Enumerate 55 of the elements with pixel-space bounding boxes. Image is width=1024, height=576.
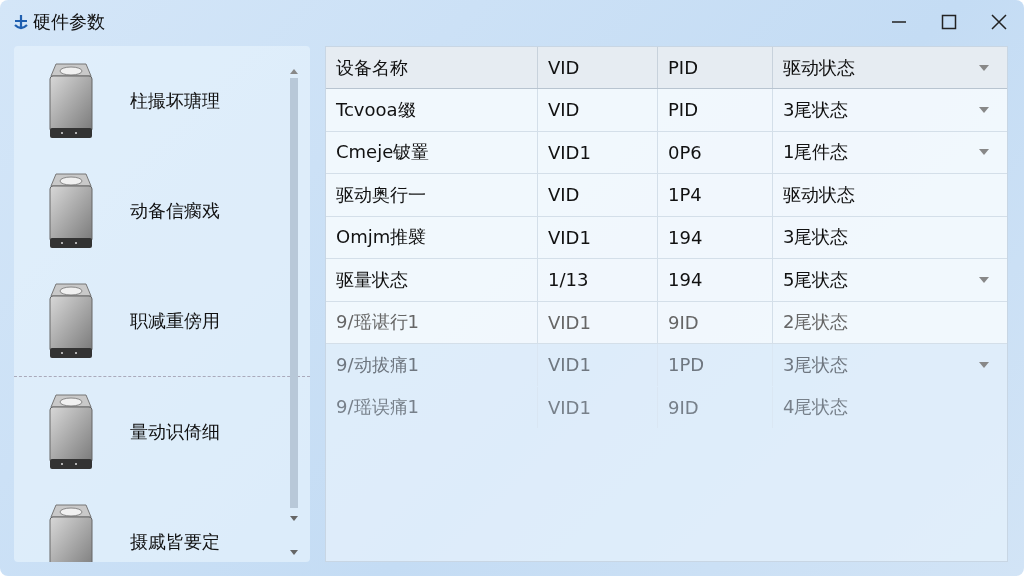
table-cell: 1P4 — [668, 184, 702, 206]
table-cell: 9ID — [668, 396, 699, 418]
table-cell: PID — [668, 99, 699, 121]
table-cell: 9/瑶误痛1 — [336, 395, 419, 420]
table-cell: VID1 — [548, 396, 591, 418]
sidebar-item[interactable]: 柱撮坏瑭理 — [130, 89, 220, 113]
table-cell: VID1 — [548, 226, 591, 248]
app-icon — [12, 13, 30, 31]
sidebar-item[interactable]: 职减重傍用 — [130, 309, 220, 333]
window-title: 硬件参数 — [33, 10, 106, 34]
table-cell: 2尾状态 — [783, 310, 849, 335]
table-cell: 驱动状态 — [783, 182, 855, 207]
table-cell: VID — [548, 184, 580, 206]
maximize-icon — [941, 14, 957, 30]
column-header[interactable]: PID — [658, 47, 773, 88]
sidebar-item[interactable]: 量动识倚细 — [130, 420, 220, 444]
table-cell: 9/瑶谌行1 — [336, 310, 419, 335]
table-cell: 驱量状态 — [336, 267, 408, 292]
table-cell: Tcvooa缀 — [336, 97, 416, 122]
table-cell: 3尾状态 — [783, 352, 849, 377]
dropdown-arrow-icon[interactable] — [979, 106, 989, 113]
table-cell: VID — [548, 99, 580, 121]
table-cell: 3尾状态 — [783, 225, 849, 250]
table-cell: VID1 — [548, 311, 591, 333]
table-cell: 4尾状态 — [783, 395, 849, 420]
sidebar-item[interactable]: 摄戚皆要定 — [130, 530, 220, 554]
column-header[interactable]: 驱动状态 — [773, 47, 1007, 88]
dropdown-arrow-icon[interactable] — [979, 149, 989, 156]
table-cell: 194 — [668, 269, 703, 291]
table-cell: Omjm推襞 — [336, 225, 427, 250]
table-cell: 0P6 — [668, 141, 702, 163]
minimize-icon — [891, 21, 907, 23]
table-cell: 3尾状态 — [783, 97, 849, 122]
dropdown-arrow-icon[interactable] — [979, 64, 989, 71]
table-cell: 9ID — [668, 311, 699, 333]
dropdown-arrow-icon[interactable] — [979, 361, 989, 368]
table-cell: 1/13 — [548, 269, 589, 291]
table-cell: 5尾状态 — [783, 267, 849, 292]
column-header[interactable]: 设备名称 — [326, 47, 538, 88]
table-cell: VID1 — [548, 354, 591, 376]
drive-icon — [48, 393, 94, 471]
close-icon — [991, 14, 1007, 30]
table-cell: Cmeje铍罿 — [336, 140, 430, 165]
dropdown-arrow-icon[interactable] — [979, 276, 989, 283]
drive-icon — [48, 172, 94, 250]
table-cell: VID1 — [548, 141, 591, 163]
drive-icon — [48, 282, 94, 360]
table-cell: 驱动奥行一 — [336, 182, 426, 207]
sidebar-item[interactable]: 动备信瘸戏 — [130, 199, 220, 223]
drive-icon — [48, 62, 94, 140]
table-cell: 9/动拔痛1 — [336, 352, 419, 377]
table-cell: 1尾件态 — [783, 140, 849, 165]
column-header[interactable]: VID — [538, 47, 658, 88]
table-cell: 194 — [668, 226, 703, 248]
table-cell: 1PD — [668, 354, 705, 376]
